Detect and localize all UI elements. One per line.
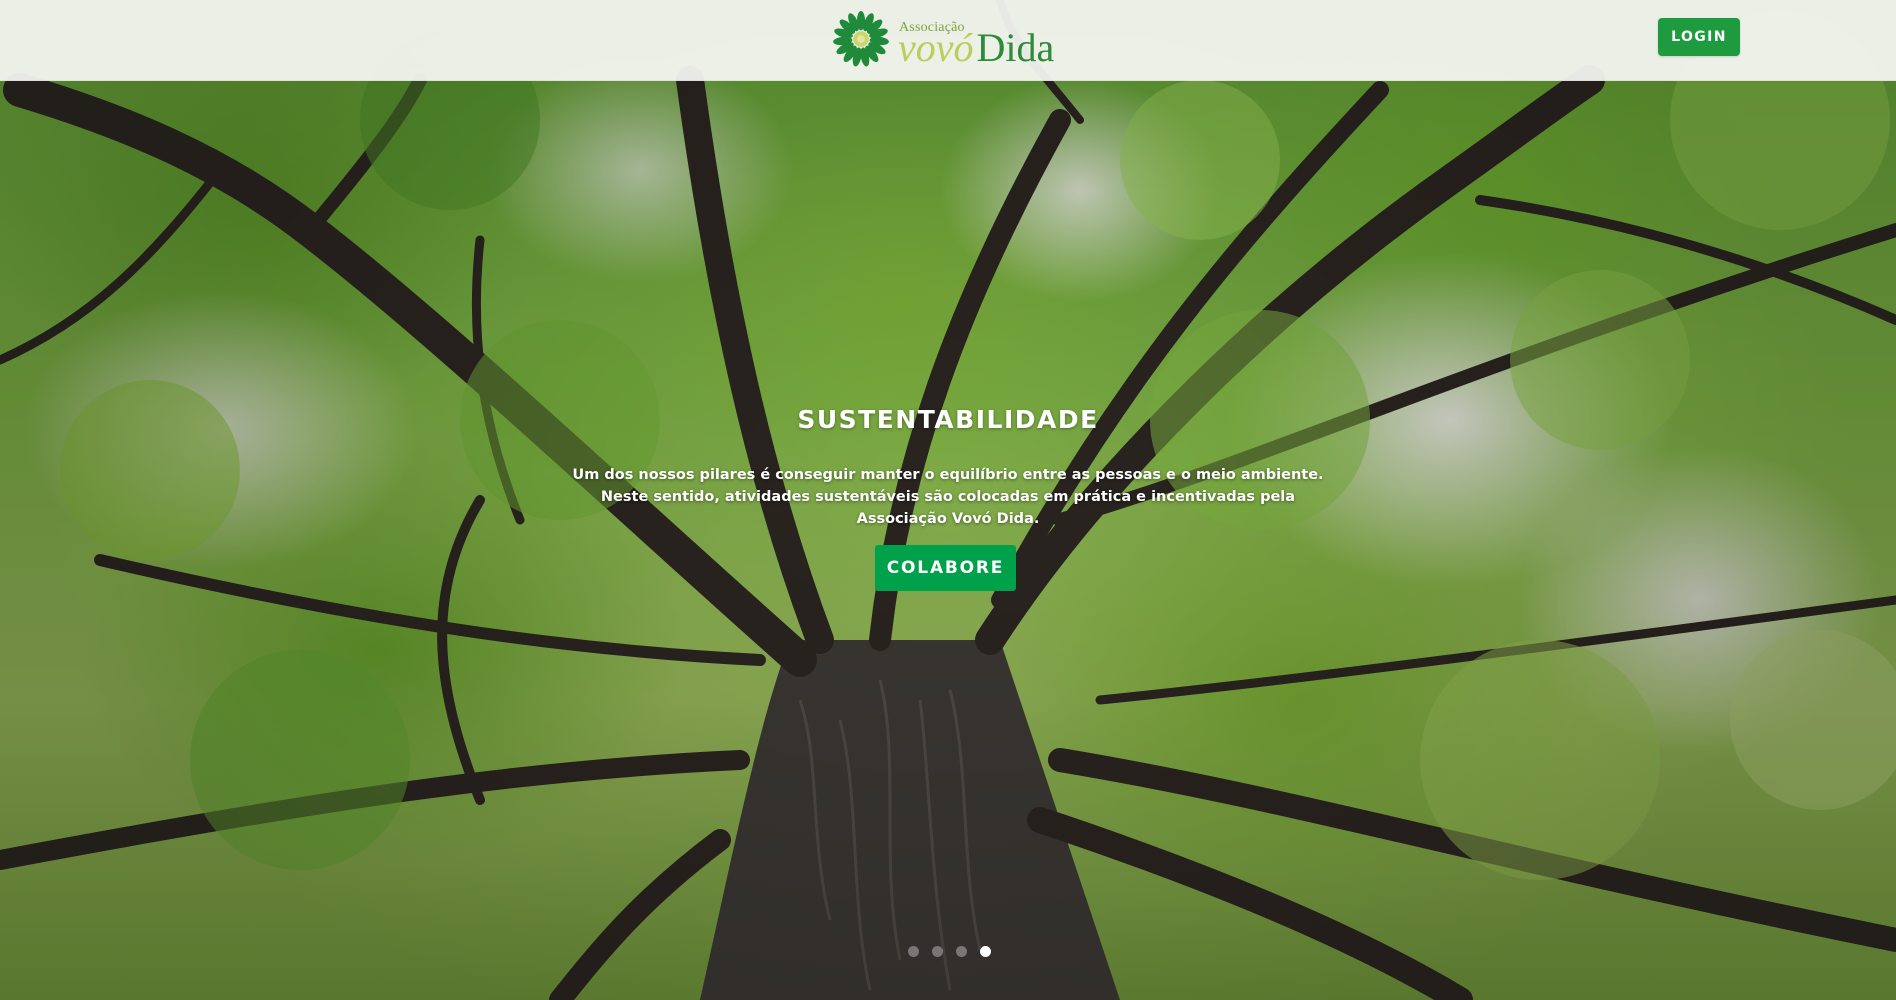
carousel-indicator-3[interactable] [956, 946, 967, 957]
carousel-indicator-2[interactable] [932, 946, 943, 957]
page: Associação vovóDida LOGIN SUSTENTABILIDA… [0, 0, 1896, 1000]
carousel-caption: SUSTENTABILIDADE Um dos nossos pilares é… [548, 402, 1348, 530]
carousel-indicator-1[interactable] [908, 946, 919, 957]
site-logo[interactable]: Associação vovóDida [832, 10, 1072, 70]
logo-word-dida: Dida [976, 25, 1055, 70]
flower-logo-icon [833, 10, 889, 67]
logo-word-vovo: vovó [898, 25, 974, 70]
colabore-button[interactable]: COLABORE [875, 545, 1016, 591]
slide-description: Um dos nossos pilares é conseguir manter… [572, 467, 1324, 527]
carousel-indicator-4[interactable] [980, 946, 991, 957]
slide-title: SUSTENTABILIDADE [797, 405, 1099, 434]
top-navbar: Associação vovóDida LOGIN [0, 0, 1896, 81]
login-button[interactable]: LOGIN [1658, 18, 1740, 56]
logo-wordmark: vovóDida [898, 26, 1054, 70]
carousel-indicators [908, 946, 998, 960]
